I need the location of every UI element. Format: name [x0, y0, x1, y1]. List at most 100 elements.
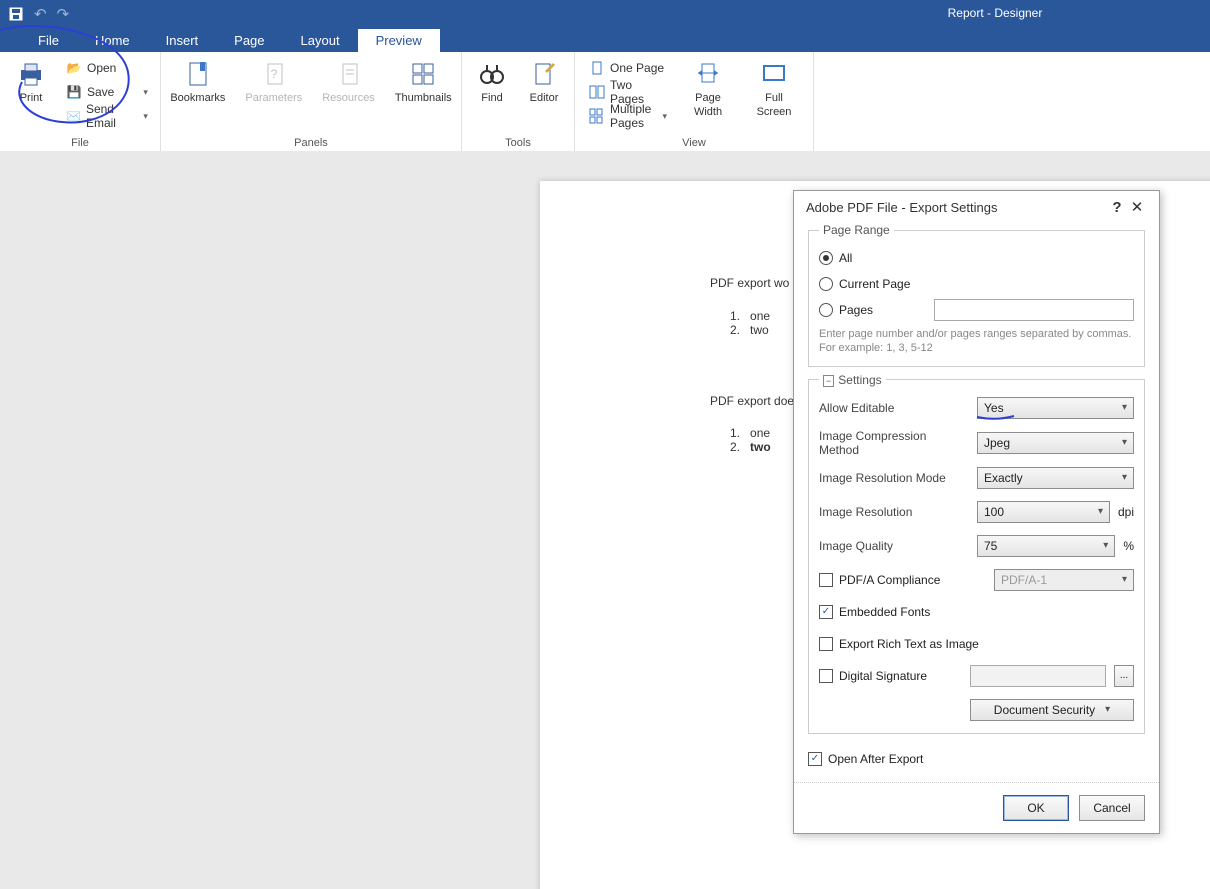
chevron-down-icon: ▾: [1105, 704, 1110, 715]
one-page-icon: [589, 60, 605, 76]
image-resolution-mode-select[interactable]: Exactly▾: [977, 467, 1134, 489]
chevron-down-icon: ▾: [1103, 540, 1108, 551]
editor-button[interactable]: Editor: [522, 56, 566, 106]
send-email-button[interactable]: ✉️Send Email▾: [62, 104, 152, 128]
page-range-legend: Page Range: [819, 223, 894, 237]
group-label-file: File: [71, 135, 89, 149]
binoculars-icon: [476, 58, 508, 90]
pdfa-checkbox[interactable]: PDF/A Compliance: [819, 573, 940, 587]
dialog-title-bar: Adobe PDF File - Export Settings ? ✕: [794, 191, 1159, 223]
digital-signature-input: [970, 665, 1106, 687]
document-security-select[interactable]: Document Security▾: [970, 699, 1134, 721]
menu-home[interactable]: Home: [77, 29, 148, 52]
one-page-button[interactable]: One Page: [585, 56, 671, 80]
page-range-group: Page Range All Current Page Pages Enter …: [808, 223, 1145, 367]
ok-button[interactable]: OK: [1003, 795, 1069, 821]
chevron-down-icon: ▾: [1122, 437, 1127, 448]
print-label: Print: [20, 92, 43, 104]
help-icon[interactable]: ?: [1107, 199, 1127, 216]
svg-text:?: ?: [270, 67, 277, 81]
full-screen-icon: [758, 58, 790, 90]
chevron-down-icon: ▾: [1122, 574, 1127, 585]
image-resolution-mode-label: Image Resolution Mode: [819, 471, 969, 485]
allow-editable-select[interactable]: Yes▾: [977, 397, 1134, 419]
print-button[interactable]: Print: [10, 56, 52, 106]
cancel-button[interactable]: Cancel: [1079, 795, 1145, 821]
open-after-export-checkbox[interactable]: ✓Open After Export: [808, 752, 923, 766]
image-compression-select[interactable]: Jpeg▾: [977, 432, 1134, 454]
find-button[interactable]: Find: [470, 56, 514, 106]
two-pages-button[interactable]: Two Pages: [585, 80, 671, 104]
group-label-view: View: [682, 135, 706, 149]
image-resolution-label: Image Resolution: [819, 505, 969, 519]
page-width-icon: [692, 58, 724, 90]
image-quality-select[interactable]: 75▾: [977, 535, 1115, 557]
settings-legend: −Settings: [819, 373, 886, 387]
menu-page[interactable]: Page: [216, 29, 282, 52]
menu-preview[interactable]: Preview: [358, 29, 440, 52]
chevron-down-icon[interactable]: ▾: [143, 111, 148, 122]
pages-input[interactable]: [934, 299, 1134, 321]
pdfa-select: PDF/A-1▾: [994, 569, 1134, 591]
folder-open-icon: 📂: [66, 60, 82, 76]
mail-icon: ✉️: [66, 108, 81, 124]
list-item: 1.one: [730, 426, 771, 440]
app-title: Report - Designer: [0, 6, 1210, 20]
parameters-button[interactable]: ?Parameters: [239, 56, 308, 106]
multiple-pages-button[interactable]: Multiple Pages▾: [585, 104, 671, 128]
bookmarks-icon: [182, 58, 214, 90]
radio-all[interactable]: All: [819, 251, 852, 265]
two-pages-icon: [589, 84, 605, 100]
page-width-button[interactable]: PageWidth: [679, 56, 737, 120]
redo-icon[interactable]: ↷: [57, 5, 70, 23]
title-bar: ↶ ↷ Report - Designer: [0, 0, 1210, 28]
image-compression-label: Image Compression Method: [819, 429, 969, 457]
image-resolution-select[interactable]: 100▾: [977, 501, 1110, 523]
undo-icon[interactable]: ↶: [34, 5, 47, 23]
chevron-down-icon[interactable]: ▾: [143, 87, 148, 98]
chevron-down-icon[interactable]: ▾: [662, 111, 667, 122]
percent-label: %: [1123, 539, 1134, 553]
collapse-icon[interactable]: −: [823, 375, 834, 387]
menu-insert[interactable]: Insert: [148, 29, 217, 52]
multi-pages-icon: [589, 108, 605, 124]
save-icon: 💾: [66, 84, 82, 100]
menu-bar: File Home Insert Page Layout Preview: [0, 28, 1210, 52]
doc-heading-1: PDF export wo: [710, 276, 789, 290]
chevron-down-icon: ▾: [1122, 472, 1127, 483]
radio-pages[interactable]: Pages: [819, 303, 873, 317]
menu-file[interactable]: File: [20, 29, 77, 52]
close-icon[interactable]: ✕: [1127, 198, 1147, 216]
embedded-fonts-checkbox[interactable]: ✓Embedded Fonts: [819, 605, 930, 619]
bookmarks-button[interactable]: Bookmarks: [164, 56, 231, 106]
save-button[interactable]: 💾Save▾: [62, 80, 152, 104]
browse-button[interactable]: ...: [1114, 665, 1134, 687]
thumbnails-button[interactable]: Thumbnails: [389, 56, 458, 106]
list-item: 1.one: [730, 309, 770, 323]
annotation-underline: [976, 414, 1016, 422]
dialog-title: Adobe PDF File - Export Settings: [806, 200, 997, 215]
editor-icon: [528, 58, 560, 90]
full-screen-button[interactable]: FullScreen: [745, 56, 803, 120]
group-label-panels: Panels: [294, 135, 328, 149]
allow-editable-label: Allow Editable: [819, 401, 969, 415]
page-range-hint: Enter page number and/or pages ranges se…: [819, 327, 1134, 356]
group-label-tools: Tools: [505, 135, 531, 149]
thumbnails-icon: [407, 58, 439, 90]
open-button[interactable]: 📂Open: [62, 56, 152, 80]
list-item: 2.two: [730, 440, 771, 454]
digital-signature-checkbox[interactable]: Digital Signature: [819, 669, 927, 683]
save-icon[interactable]: [8, 6, 24, 22]
doc-heading-2: PDF export doe: [710, 394, 794, 408]
settings-group: −Settings Allow Editable Yes▾ Image Comp…: [808, 373, 1145, 734]
resources-button[interactable]: Resources: [316, 56, 381, 106]
image-quality-label: Image Quality: [819, 539, 969, 553]
export-richtext-checkbox[interactable]: Export Rich Text as Image: [819, 637, 979, 651]
resources-icon: [333, 58, 365, 90]
parameters-icon: ?: [258, 58, 290, 90]
export-settings-dialog: Adobe PDF File - Export Settings ? ✕ Pag…: [793, 190, 1160, 834]
printer-icon: [15, 58, 47, 90]
chevron-down-icon: ▾: [1122, 402, 1127, 413]
menu-layout[interactable]: Layout: [283, 29, 358, 52]
radio-current-page[interactable]: Current Page: [819, 277, 910, 291]
